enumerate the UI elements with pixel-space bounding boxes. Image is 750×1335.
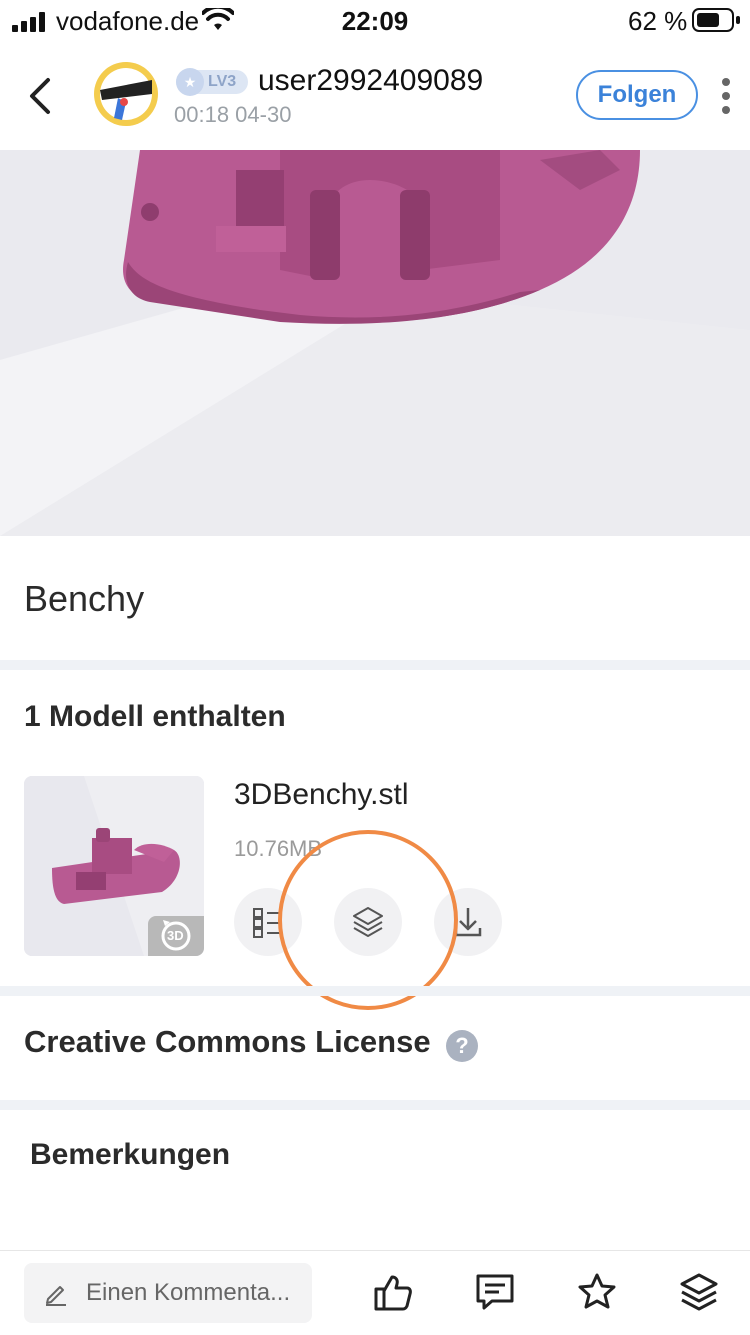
layers-icon xyxy=(353,907,383,937)
model-file-size: 10.76MB xyxy=(234,836,323,861)
comment-placeholder: Einen Kommenta... xyxy=(86,1279,291,1306)
divider xyxy=(0,1100,750,1110)
level-badge: ★ LV3 xyxy=(176,68,248,96)
layers-icon[interactable] xyxy=(678,1271,720,1313)
more-icon[interactable] xyxy=(716,76,736,116)
model-slice-button[interactable] xyxy=(334,888,402,956)
avatar[interactable] xyxy=(92,60,160,128)
post-title: Benchy xyxy=(24,578,145,619)
model-thumbnail[interactable]: 3D xyxy=(24,776,204,956)
model-file-name[interactable]: 3DBenchy.stl xyxy=(234,778,409,812)
post-timestamp: 00:18 04-30 xyxy=(174,102,292,127)
level-star-icon: ★ xyxy=(176,68,204,96)
follow-button[interactable]: Folgen xyxy=(576,70,698,120)
like-icon[interactable] xyxy=(372,1271,414,1313)
pencil-icon xyxy=(46,1286,66,1306)
username[interactable]: user2992409089 xyxy=(258,64,483,98)
model-render xyxy=(0,150,750,536)
remarks-heading: Bemerkungen xyxy=(30,1138,231,1171)
star-icon[interactable] xyxy=(576,1271,618,1313)
model-3d-viewer[interactable] xyxy=(0,150,750,536)
download-icon xyxy=(454,908,482,937)
license-label[interactable]: Creative Commons License xyxy=(24,1024,431,1060)
divider xyxy=(0,986,750,996)
list-icon xyxy=(253,908,282,938)
models-heading: 1 Modell enthalten xyxy=(24,700,286,733)
battery-icon xyxy=(692,8,740,32)
rotate-3d-label: 3D xyxy=(167,928,184,943)
post-header: ★ LV3 user2992409089 00:18 04-30 Folgen xyxy=(0,46,750,150)
comment-input[interactable]: Einen Kommenta... xyxy=(24,1263,312,1323)
status-bar: vodafone.de 22:09 62 % xyxy=(0,0,750,44)
back-icon[interactable] xyxy=(26,76,54,116)
rotate-3d-badge: 3D xyxy=(148,916,204,956)
battery-percent: 62 % xyxy=(628,6,688,36)
model-details-button[interactable] xyxy=(234,888,302,956)
model-download-button[interactable] xyxy=(434,888,502,956)
comment-icon[interactable] xyxy=(474,1271,516,1313)
bottom-action-bar: Einen Kommenta... xyxy=(0,1250,750,1335)
help-icon[interactable]: ? xyxy=(446,1030,478,1062)
divider xyxy=(0,660,750,670)
